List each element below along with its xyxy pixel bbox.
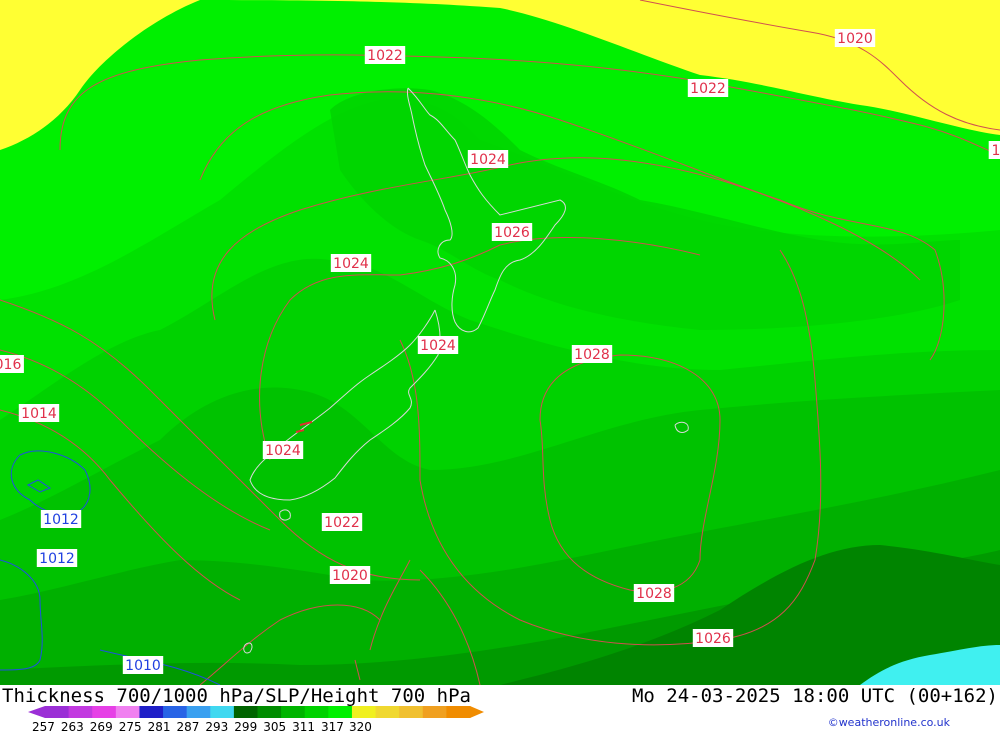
- map-title: Thickness 700/1000 hPa/SLP/Height 700 hP…: [2, 685, 471, 707]
- legend-tick-label: 299: [234, 720, 257, 733]
- legend-swatch: [304, 706, 329, 718]
- isobar-label: 1028: [636, 586, 672, 602]
- legend-tick-label: 281: [148, 720, 171, 733]
- legend-tick-label: 317: [321, 720, 344, 733]
- color-legend: 257 263 269 275 281 287 293 299 305 311 317 320: [0, 705, 500, 734]
- legend-swatch: [233, 706, 258, 718]
- legend-swatch: [186, 706, 211, 718]
- legend-arrow-left: [28, 706, 45, 718]
- isobar-label: 1012: [43, 512, 79, 528]
- isobar-label: 1012: [39, 551, 75, 567]
- isobar-label: 1: [992, 143, 1000, 159]
- legend-tick-label: 305: [263, 720, 286, 733]
- credit-link[interactable]: ©weatheronline.co.uk: [828, 716, 950, 729]
- legend-tick-label: 257: [32, 720, 55, 733]
- isobar-label: 1024: [333, 256, 369, 272]
- legend-tick-label: 263: [61, 720, 84, 733]
- legend-swatch: [45, 706, 70, 718]
- legend-swatch: [446, 706, 471, 718]
- legend-swatch: [422, 706, 447, 718]
- isobar-label: 1024: [470, 152, 506, 168]
- weather-map: 1022 1020 1022 1024 1026 1024 1024 1028 1014 016 1…: [0, 0, 1000, 685]
- isobar-label: 1020: [837, 31, 873, 47]
- legend-tick-label: 269: [90, 720, 113, 733]
- legend-swatch: [399, 706, 424, 718]
- legend-swatch: [257, 706, 282, 718]
- isobar-label: 1026: [494, 225, 530, 241]
- legend-tick-label: 320: [349, 720, 372, 733]
- legend-swatch: [68, 706, 93, 718]
- isobar-label: 1022: [324, 515, 360, 531]
- legend-tick-label: 311: [292, 720, 315, 733]
- legend-swatch: [328, 706, 353, 718]
- isobar-label: 1024: [420, 338, 456, 354]
- legend-swatch: [139, 706, 164, 718]
- legend-swatch: [210, 706, 235, 718]
- legend-swatch: [92, 706, 117, 718]
- map-footer: Thickness 700/1000 hPa/SLP/Height 700 hP…: [0, 685, 1000, 734]
- legend-swatch: [351, 706, 377, 718]
- isobar-label: 1014: [21, 406, 57, 422]
- isobar-label: 016: [0, 357, 21, 373]
- isobar-label: 1022: [367, 48, 403, 64]
- legend-swatch: [115, 706, 140, 718]
- isobar-label: 1028: [574, 347, 610, 363]
- isobar-label: 1020: [332, 568, 368, 584]
- legend-swatch: [163, 706, 188, 718]
- legend-swatch: [281, 706, 306, 718]
- legend-arrow-right: [470, 706, 484, 718]
- forecast-datetime: Mo 24-03-2025 18:00 UTC (00+162): [631, 685, 998, 707]
- legend-tick-label: 275: [119, 720, 142, 733]
- isobar-label: 1026: [695, 631, 731, 647]
- legend-tick-label: 293: [205, 720, 228, 733]
- legend-tick-label: 287: [177, 720, 200, 733]
- isobar-label: 1022: [690, 81, 726, 97]
- isobar-label: 1024: [265, 443, 301, 459]
- isobar-label: 1010: [125, 658, 161, 674]
- legend-swatch: [375, 706, 400, 718]
